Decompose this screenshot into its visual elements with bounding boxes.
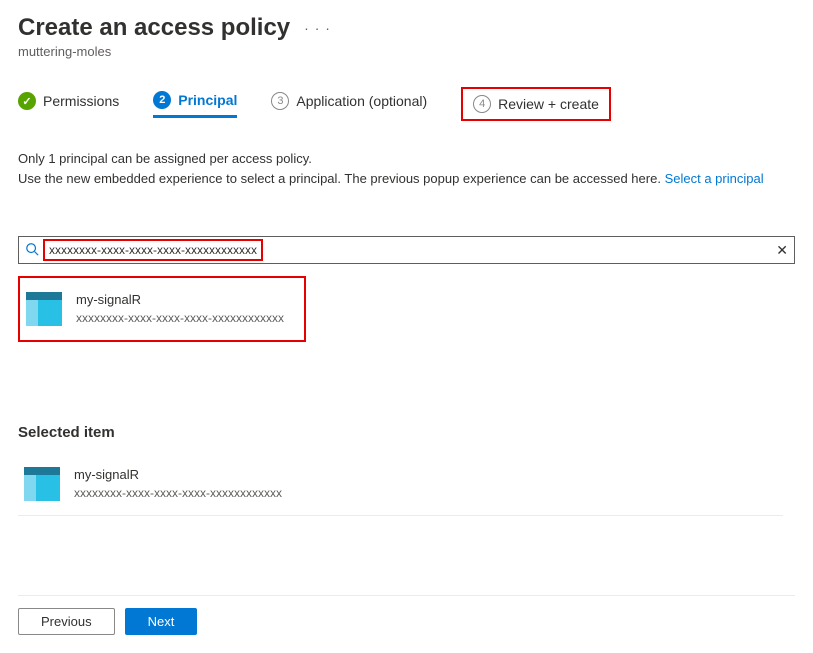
instruction-text: Use the new embedded experience to selec… — [18, 171, 661, 186]
instruction-line: Only 1 principal can be assigned per acc… — [18, 149, 795, 169]
step-number-icon: 2 — [153, 91, 171, 109]
step-principal[interactable]: 2 Principal — [153, 91, 237, 118]
search-input-wrapper[interactable]: xxxxxxxx-xxxx-xxxx-xxxx-xxxxxxxxxxxx ✕ — [18, 236, 795, 264]
page-title: Create an access policy — [18, 14, 290, 42]
step-label: Principal — [178, 92, 237, 108]
selected-item-heading: Selected item — [18, 424, 795, 441]
step-number-icon: 3 — [271, 92, 289, 110]
result-name: my-signalR — [76, 292, 284, 307]
selected-item[interactable]: my-signalR xxxxxxxx-xxxx-xxxx-xxxx-xxxxx… — [18, 453, 783, 516]
page-subtitle: muttering-moles — [18, 44, 795, 59]
step-application[interactable]: 3 Application (optional) — [271, 92, 427, 116]
check-icon — [18, 92, 36, 110]
select-principal-link[interactable]: Select a principal — [665, 171, 764, 186]
search-input[interactable]: xxxxxxxx-xxxx-xxxx-xxxx-xxxxxxxxxxxx — [43, 239, 263, 261]
step-number-icon: 4 — [473, 95, 491, 113]
footer: Previous Next — [18, 595, 795, 635]
step-label: Permissions — [43, 93, 119, 109]
search-result-item[interactable]: my-signalR xxxxxxxx-xxxx-xxxx-xxxx-xxxxx… — [18, 276, 306, 342]
service-icon — [24, 467, 60, 501]
more-icon[interactable]: · · · — [304, 20, 331, 36]
instructions: Only 1 principal can be assigned per acc… — [18, 149, 795, 188]
previous-button[interactable]: Previous — [18, 608, 115, 635]
step-label: Review + create — [498, 96, 599, 112]
selected-name: my-signalR — [74, 467, 282, 482]
next-button[interactable]: Next — [125, 608, 198, 635]
service-icon — [26, 292, 62, 326]
step-review-create[interactable]: 4 Review + create — [461, 87, 611, 121]
clear-icon[interactable]: ✕ — [776, 242, 788, 259]
instruction-line: Use the new embedded experience to selec… — [18, 169, 795, 189]
result-guid: xxxxxxxx-xxxx-xxxx-xxxx-xxxxxxxxxxxx — [76, 311, 284, 325]
selected-guid: xxxxxxxx-xxxx-xxxx-xxxx-xxxxxxxxxxxx — [74, 486, 282, 500]
search-icon — [25, 242, 39, 259]
wizard-steps: Permissions 2 Principal 3 Application (o… — [18, 87, 795, 121]
step-permissions[interactable]: Permissions — [18, 92, 119, 116]
step-label: Application (optional) — [296, 93, 427, 109]
